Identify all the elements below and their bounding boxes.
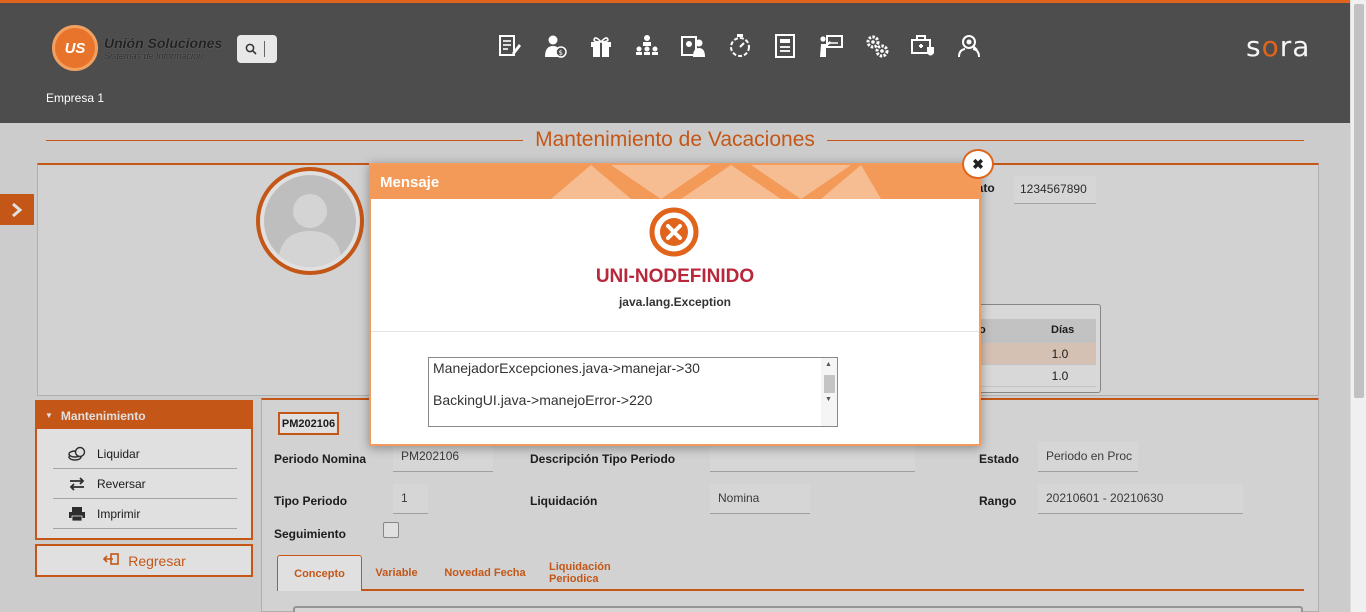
error-description: java.lang.Exception [618, 295, 732, 309]
textarea-scrollbar[interactable]: ▲ ▼ [821, 358, 837, 426]
logo-subtitle: Sistemas de Información [104, 50, 204, 61]
module-nav: $ [486, 31, 992, 61]
header-pattern-decoration [551, 165, 881, 199]
app-header: US Unión Soluciones Sistemas de Informac… [0, 0, 1350, 123]
company-name: Empresa 1 [46, 91, 105, 105]
page-scrollbar[interactable] [1350, 0, 1366, 612]
user-search-icon[interactable] [946, 31, 992, 61]
dialog-divider [371, 331, 979, 332]
document-list-icon[interactable] [762, 31, 808, 61]
company-logo[interactable]: US Unión Soluciones Sistemas de Informac… [52, 25, 222, 71]
user-money-icon[interactable]: $ [532, 31, 578, 61]
brand-logo: sora [1246, 30, 1311, 63]
org-chart-icon[interactable] [624, 31, 670, 61]
trace-line: BackingUI.java->manejoError->220 [433, 392, 653, 408]
dialog-header: Mensaje [371, 165, 979, 199]
gift-icon[interactable] [578, 31, 624, 61]
svg-text:$: $ [559, 49, 563, 57]
search-icon [245, 43, 257, 55]
trace-line: ManejadorExcepciones.java->manejar->30 [433, 360, 700, 376]
dialog-close-button[interactable]: ✖ [962, 149, 994, 179]
settings-gears-icon[interactable] [854, 31, 900, 61]
stack-trace-textarea[interactable]: ManejadorExcepciones.java->manejar->30 B… [428, 357, 838, 427]
scroll-down-icon[interactable]: ▼ [825, 396, 832, 403]
employee-id-icon[interactable] [670, 31, 716, 61]
search-button[interactable] [237, 35, 277, 63]
message-dialog: Mensaje UNI-NODEFINIDO java.lang.Excepti… [369, 163, 981, 446]
logo-title: Unión Soluciones [104, 34, 223, 51]
error-icon [649, 207, 699, 257]
page-scrollbar-thumb[interactable] [1354, 4, 1364, 398]
close-icon: ✖ [972, 155, 984, 172]
medical-bag-icon[interactable] [900, 31, 946, 61]
timer-icon[interactable] [716, 31, 762, 61]
report-edit-icon[interactable] [486, 31, 532, 61]
training-board-icon[interactable] [808, 31, 854, 61]
dialog-title: Mensaje [380, 174, 440, 191]
scroll-up-icon[interactable]: ▲ [825, 361, 832, 368]
error-code: UNI-NODEFINIDO [595, 266, 755, 287]
logo-badge: US [52, 25, 98, 71]
